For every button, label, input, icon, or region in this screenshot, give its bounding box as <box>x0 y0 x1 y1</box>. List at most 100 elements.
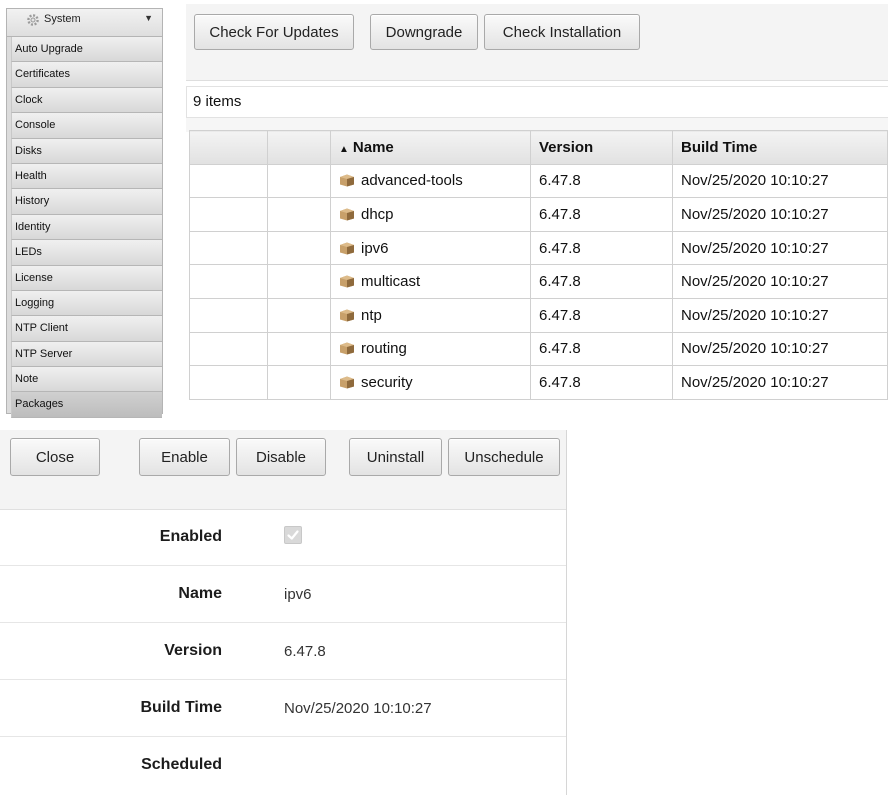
sort-ascending-icon: ▲ <box>339 143 349 155</box>
row-select-cell[interactable] <box>189 297 268 333</box>
sidebar-item-clock[interactable]: Clock <box>11 87 162 114</box>
row-flags-cell <box>267 297 331 333</box>
sidebar-item-ntp-server[interactable]: NTP Server <box>11 341 162 368</box>
package-build-time-cell: Nov/25/2020 10:10:27 <box>672 365 888 400</box>
package-icon <box>340 342 354 355</box>
version-value: 6.47.8 <box>284 643 326 660</box>
sidebar-item-health[interactable]: Health <box>11 163 162 190</box>
field-row-version: Version 6.47.8 <box>0 623 566 680</box>
package-build-time-cell: Nov/25/2020 10:10:27 <box>672 163 888 199</box>
row-flags-cell <box>267 365 331 400</box>
sidebar-menu: System ▼ Auto Upgrade Certificates Clock Co… <box>6 8 163 418</box>
table-row[interactable]: advanced-tools 6.47.8 Nov/25/2020 10:10:27 <box>189 163 888 199</box>
row-select-cell[interactable] <box>189 365 268 400</box>
package-icon <box>340 242 354 255</box>
package-name: multicast <box>361 273 421 291</box>
row-select-cell[interactable] <box>189 163 268 199</box>
sidebar-item-ntp-client[interactable]: NTP Client <box>11 316 162 342</box>
field-row-scheduled: Scheduled <box>0 737 566 794</box>
downgrade-button[interactable]: Downgrade <box>370 14 478 50</box>
package-name-cell: advanced-tools <box>330 163 531 199</box>
item-count: 9 items <box>186 86 888 118</box>
column-header-flags[interactable] <box>267 130 331 165</box>
sidebar-item-auto-upgrade[interactable]: Auto Upgrade <box>11 37 162 63</box>
row-flags-cell <box>267 331 331 367</box>
enable-button[interactable]: Enable <box>139 438 230 476</box>
package-build-time-cell: Nov/25/2020 10:10:27 <box>672 264 888 299</box>
column-header-name-label: Name <box>352 138 394 156</box>
checkmark-icon <box>287 530 299 540</box>
table-row[interactable]: dhcp 6.47.8 Nov/25/2020 10:10:27 <box>189 197 888 232</box>
package-version-cell: 6.47.8 <box>530 331 673 367</box>
package-version-cell: 6.47.8 <box>530 197 673 232</box>
package-name: dhcp <box>361 205 394 223</box>
column-header-select[interactable] <box>189 130 268 165</box>
row-flags-cell <box>267 264 331 299</box>
package-detail-panel: Close Enable Disable Uninstall Unschedul… <box>0 430 567 795</box>
package-build-time-cell: Nov/25/2020 10:10:27 <box>672 297 888 333</box>
table-header-row: ▲ Name Version Build Time <box>189 130 888 165</box>
package-name-cell: ntp <box>330 297 531 333</box>
disable-button[interactable]: Disable <box>236 438 326 476</box>
package-version-cell: 6.47.8 <box>530 264 673 299</box>
column-header-build-time[interactable]: Build Time <box>672 130 888 165</box>
package-build-time-cell: Nov/25/2020 10:10:27 <box>672 230 888 266</box>
chevron-down-icon[interactable]: ▼ <box>144 13 153 23</box>
row-select-cell[interactable] <box>189 264 268 299</box>
row-flags-cell <box>267 163 331 199</box>
table-row[interactable]: security 6.47.8 Nov/25/2020 10:10:27 <box>189 365 888 400</box>
sidebar-item-console[interactable]: Console <box>11 113 162 139</box>
sidebar-item-disks[interactable]: Disks <box>11 138 162 164</box>
row-select-cell[interactable] <box>189 230 268 266</box>
package-name-cell: ipv6 <box>330 230 531 266</box>
uninstall-button[interactable]: Uninstall <box>349 438 442 476</box>
packages-table: ▲ Name Version Build Time advanced-tools 6… <box>189 130 888 400</box>
name-label: Name <box>178 585 222 602</box>
package-build-time-cell: Nov/25/2020 10:10:27 <box>672 331 888 367</box>
package-icon <box>340 275 354 288</box>
sidebar-item-packages[interactable]: Packages <box>11 392 162 418</box>
sidebar-item-license[interactable]: License <box>11 265 162 291</box>
row-select-cell[interactable] <box>189 197 268 232</box>
table-row[interactable]: multicast 6.47.8 Nov/25/2020 10:10:27 <box>189 264 888 299</box>
sidebar-item-note[interactable]: Note <box>11 367 162 393</box>
package-version-cell: 6.47.8 <box>530 230 673 266</box>
package-name-cell: security <box>330 365 531 400</box>
unschedule-button[interactable]: Unschedule <box>448 438 560 476</box>
table-row[interactable]: ipv6 6.47.8 Nov/25/2020 10:10:27 <box>189 230 888 266</box>
table-row[interactable]: routing 6.47.8 Nov/25/2020 10:10:27 <box>189 331 888 367</box>
close-button[interactable]: Close <box>10 438 100 476</box>
sidebar-item-leds[interactable]: LEDs <box>11 240 162 266</box>
scheduled-label: Scheduled <box>141 756 222 773</box>
field-row-name: Name ipv6 <box>0 566 566 623</box>
sidebar-item-identity[interactable]: Identity <box>11 214 162 241</box>
package-name: routing <box>361 340 407 358</box>
gear-icon <box>27 14 39 26</box>
enabled-label: Enabled <box>159 528 222 545</box>
sidebar-category-system[interactable]: System ▼ <box>7 9 162 37</box>
table-row[interactable]: ntp 6.47.8 Nov/25/2020 10:10:27 <box>189 297 888 333</box>
package-name: ipv6 <box>361 239 389 257</box>
sidebar-item-logging[interactable]: Logging <box>11 290 162 317</box>
package-build-time-cell: Nov/25/2020 10:10:27 <box>672 197 888 232</box>
row-select-cell[interactable] <box>189 331 268 367</box>
sidebar-item-history[interactable]: History <box>11 189 162 215</box>
detail-toolbar: Close Enable Disable Uninstall Unschedul… <box>0 430 566 510</box>
column-header-name[interactable]: ▲ Name <box>330 130 531 165</box>
sidebar-item-certificates[interactable]: Certificates <box>11 62 162 88</box>
package-name-cell: routing <box>330 331 531 367</box>
package-icon <box>340 376 354 389</box>
package-name-cell: multicast <box>330 264 531 299</box>
name-value: ipv6 <box>284 586 312 603</box>
enabled-checkbox[interactable] <box>284 526 302 544</box>
package-icon <box>340 208 354 221</box>
package-name-cell: dhcp <box>330 197 531 232</box>
check-for-updates-button[interactable]: Check For Updates <box>194 14 354 50</box>
check-installation-button[interactable]: Check Installation <box>484 14 640 50</box>
package-icon <box>340 174 354 187</box>
package-version-cell: 6.47.8 <box>530 365 673 400</box>
column-header-version[interactable]: Version <box>530 130 673 165</box>
row-flags-cell <box>267 197 331 232</box>
build-time-value: Nov/25/2020 10:10:27 <box>284 700 432 717</box>
package-version-cell: 6.47.8 <box>530 163 673 199</box>
